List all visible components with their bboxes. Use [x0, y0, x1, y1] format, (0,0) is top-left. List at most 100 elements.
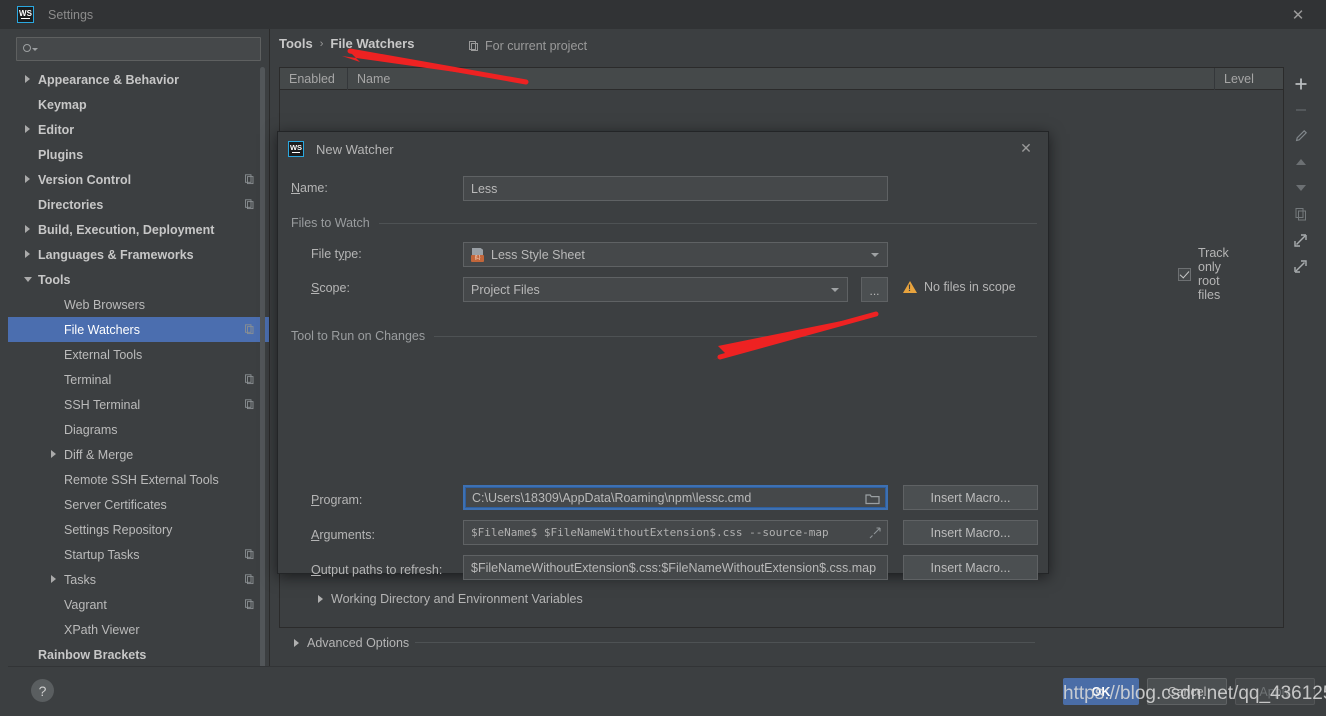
sidebar-item-xpath-viewer[interactable]: XPath Viewer [8, 617, 269, 642]
project-level-icon [244, 374, 255, 385]
program-input[interactable]: C:\Users\18309\AppData\Roaming\npm\lessc… [463, 485, 888, 510]
copy-watcher-icon[interactable] [1288, 201, 1314, 227]
sidebar-item-server-certificates[interactable]: Server Certificates [8, 492, 269, 517]
tree-spacer [50, 600, 59, 609]
tree-spacer [50, 325, 59, 334]
sidebar-item-build-execution-deployment[interactable]: Build, Execution, Deployment [8, 217, 269, 242]
sidebar-item-directories[interactable]: Directories [8, 192, 269, 217]
sidebar-item-plugins[interactable]: Plugins [8, 142, 269, 167]
sidebar-item-languages-frameworks[interactable]: Languages & Frameworks [8, 242, 269, 267]
close-icon[interactable]: ✕ [1290, 7, 1306, 23]
warning-triangle-icon [903, 281, 917, 293]
sidebar-item-version-control[interactable]: Version Control [8, 167, 269, 192]
move-up-button[interactable] [1288, 149, 1314, 175]
scope-browse-button[interactable]: ... [861, 277, 888, 302]
settings-tree: Appearance & BehaviorKeymapEditorPlugins… [8, 67, 269, 667]
project-level-icon [244, 324, 255, 335]
edit-watcher-pencil-icon[interactable] [1288, 123, 1314, 149]
sidebar-item-label: Diagrams [64, 423, 118, 437]
scope-dropdown[interactable]: Project Files [463, 277, 848, 302]
arguments-insert-macro-button[interactable]: Insert Macro... [903, 520, 1038, 545]
sidebar-item-settings-repository[interactable]: Settings Repository [8, 517, 269, 542]
arguments-input[interactable]: $FileName$ $FileNameWithoutExtension$.cs… [463, 520, 888, 545]
search-box[interactable] [16, 37, 261, 61]
track-only-root-files-checkbox[interactable]: Track only root files [1178, 246, 1229, 302]
new-watcher-dialog: WS New Watcher ✕ Name: Files to Watch Fi… [277, 131, 1049, 574]
watcher-name-input[interactable] [463, 176, 888, 201]
program-insert-macro-button[interactable]: Insert Macro... [903, 485, 1038, 510]
advanced-options-expander[interactable]: Advanced Options [294, 636, 409, 650]
sidebar-item-appearance-behavior[interactable]: Appearance & Behavior [8, 67, 269, 92]
folder-icon[interactable] [865, 492, 880, 505]
column-header-enabled[interactable]: Enabled [280, 68, 348, 90]
chevron-right-icon[interactable] [50, 450, 59, 459]
sidebar-item-ssh-terminal[interactable]: SSH Terminal [8, 392, 269, 417]
expand-icon[interactable] [869, 527, 881, 539]
watermark-text: https://blog.csdn.net/qq_43612538 [1063, 683, 1326, 705]
sidebar-item-external-tools[interactable]: External Tools [8, 342, 269, 367]
sidebar-item-tools[interactable]: Tools [8, 267, 269, 292]
chevron-right-icon[interactable] [24, 225, 33, 234]
webstorm-dialog-logo-icon: WS [288, 141, 304, 157]
sidebar-item-label: Version Control [38, 173, 131, 187]
sidebar-item-rainbow-brackets[interactable]: Rainbow Brackets [8, 642, 269, 667]
sidebar-item-label: Diff & Merge [64, 448, 133, 462]
tree-spacer [50, 500, 59, 509]
add-watcher-button[interactable] [1288, 71, 1314, 97]
arguments-label: Arguments: [311, 528, 375, 542]
chevron-right-icon[interactable] [50, 575, 59, 584]
dialog-titlebar: WS New Watcher ✕ [278, 132, 1048, 166]
dialog-close-icon[interactable]: ✕ [1018, 140, 1034, 156]
breadcrumb: Tools › File Watchers [279, 36, 414, 51]
sidebar-item-keymap[interactable]: Keymap [8, 92, 269, 117]
chevron-right-icon[interactable] [24, 125, 33, 134]
sidebar-item-editor[interactable]: Editor [8, 117, 269, 142]
group-divider [379, 223, 1037, 224]
output-paths-insert-macro-button[interactable]: Insert Macro... [903, 555, 1038, 580]
import-icon[interactable] [1288, 227, 1314, 253]
column-header-level[interactable]: Level [1215, 68, 1283, 90]
sidebar-item-label: Settings Repository [64, 523, 172, 537]
sidebar-item-web-browsers[interactable]: Web Browsers [8, 292, 269, 317]
sidebar-item-diff-merge[interactable]: Diff & Merge [8, 442, 269, 467]
chevron-down-icon[interactable] [24, 275, 33, 284]
move-down-button[interactable] [1288, 175, 1314, 201]
remove-watcher-button[interactable] [1288, 97, 1314, 123]
output-paths-input[interactable]: $FileNameWithoutExtension$.css:$FileName… [463, 555, 888, 580]
file-type-value: Less Style Sheet [491, 248, 585, 262]
chevron-right-icon[interactable] [24, 75, 33, 84]
chevron-right-icon[interactable] [24, 250, 33, 259]
sidebar-item-remote-ssh-external-tools[interactable]: Remote SSH External Tools [8, 467, 269, 492]
sidebar-item-label: Startup Tasks [64, 548, 140, 562]
window-titlebar: WS Settings ✕ [0, 0, 1326, 29]
sidebar-item-startup-tasks[interactable]: Startup Tasks [8, 542, 269, 567]
sidebar-item-terminal[interactable]: Terminal [8, 367, 269, 392]
advanced-options-label: Advanced Options [307, 636, 409, 650]
track-only-root-files-label: Track only root files [1198, 246, 1229, 302]
search-input[interactable] [40, 41, 254, 57]
program-value: C:\Users\18309\AppData\Roaming\npm\lessc… [472, 491, 751, 505]
export-icon[interactable] [1288, 253, 1314, 279]
breadcrumb-parent[interactable]: Tools [279, 36, 313, 51]
sidebar-scrollbar[interactable] [260, 67, 265, 679]
group-divider [434, 336, 1037, 337]
output-paths-value: $FileNameWithoutExtension$.css:$FileName… [471, 561, 876, 575]
table-header-row: Enabled Name Level [280, 68, 1283, 90]
watchers-toolbar [1284, 67, 1317, 628]
sidebar-item-tasks[interactable]: Tasks [8, 567, 269, 592]
sidebar-item-vagrant[interactable]: Vagrant [8, 592, 269, 617]
chevron-right-icon[interactable] [24, 175, 33, 184]
sidebar-item-label: Rainbow Brackets [38, 648, 146, 662]
column-header-name[interactable]: Name [348, 68, 1215, 90]
sidebar-item-label: Web Browsers [64, 298, 145, 312]
file-type-dropdown[interactable]: {L} Less Style Sheet [463, 242, 888, 267]
tool-to-run-group-header: Tool to Run on Changes [291, 329, 1037, 343]
working-directory-expander[interactable]: Working Directory and Environment Variab… [318, 592, 583, 606]
sidebar-item-diagrams[interactable]: Diagrams [8, 417, 269, 442]
tree-spacer [50, 350, 59, 359]
sidebar-item-file-watchers[interactable]: File Watchers [8, 317, 269, 342]
project-level-icon [244, 174, 255, 185]
tree-spacer [50, 625, 59, 634]
help-icon[interactable]: ? [31, 679, 54, 702]
program-label: Program: [311, 493, 362, 507]
